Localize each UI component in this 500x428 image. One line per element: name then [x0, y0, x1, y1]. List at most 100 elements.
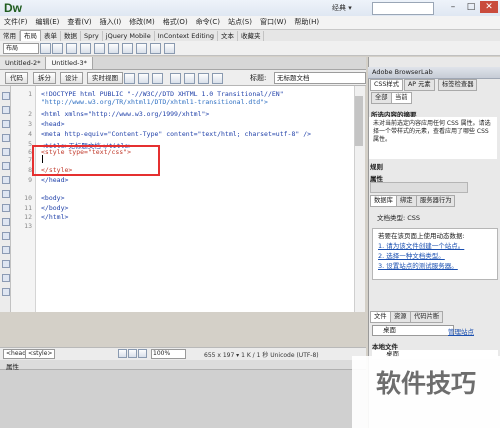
refresh-icon[interactable]	[198, 73, 209, 84]
tab-files[interactable]: 文件	[370, 311, 391, 323]
code-line: </body>	[41, 204, 69, 212]
help-search-input[interactable]	[372, 2, 434, 15]
preview-browser-icon[interactable]	[170, 73, 181, 84]
insert-tab-text[interactable]: 文本	[218, 30, 238, 41]
code-line: <head>	[41, 120, 65, 128]
design-view-button[interactable]: 设计	[60, 72, 83, 84]
select-parent-tag-icon[interactable]	[2, 148, 10, 156]
menu-commands[interactable]: 命令(C)	[192, 16, 224, 29]
apply-comment-icon[interactable]	[2, 218, 10, 226]
insert-tab-layout[interactable]: 布局	[20, 30, 41, 41]
zoom-tool-icon[interactable]	[138, 349, 147, 358]
browserlab-panel-header[interactable]: Adobe BrowserLab	[368, 67, 500, 79]
syntax-error-icon[interactable]	[2, 204, 10, 212]
split-view-button[interactable]: 拆分	[33, 72, 56, 84]
tab-bindings[interactable]: 绑定	[396, 195, 417, 207]
menu-view[interactable]: 查看(V)	[63, 16, 95, 29]
line-number: 1	[28, 90, 32, 98]
css-mode-all[interactable]: 全部	[371, 92, 392, 104]
frames-icon[interactable]	[136, 43, 147, 54]
tab-databases[interactable]: 数据库	[370, 195, 397, 207]
css-mode-current[interactable]: 当前	[391, 92, 412, 104]
tab-server-behaviors[interactable]: 服务器行为	[416, 195, 456, 207]
rules-section-label[interactable]: 规则	[370, 161, 383, 171]
close-button[interactable]: ✕	[480, 1, 498, 13]
hand-tool-icon[interactable]	[128, 349, 137, 358]
step-test-server-link[interactable]: 3. 设置站点的测试服务器。	[378, 262, 458, 271]
spry-tabbed-icon[interactable]	[122, 43, 133, 54]
doc-tab-untitled-3[interactable]: Untitled-3*	[46, 57, 93, 69]
manage-sites-link[interactable]: 管理站点	[448, 326, 474, 336]
collapse-selection-icon[interactable]	[2, 120, 10, 128]
insert-layout-dropdown[interactable]: 布局	[3, 43, 39, 54]
indent-icon[interactable]	[2, 274, 10, 282]
insert-tab-forms[interactable]: 表单	[41, 30, 61, 41]
dreamweaver-logo: Dw	[4, 1, 22, 15]
tag-selector-style[interactable]: <style>	[25, 349, 56, 359]
step-create-site-link[interactable]: 1. 请为该文件创建一个站点。	[378, 242, 464, 251]
outdent-icon[interactable]	[2, 288, 10, 296]
highlight-invalid-icon[interactable]	[2, 190, 10, 198]
window-size-readout[interactable]: 655 x 197 ▾ 1 K / 1 秒 Unicode (UTF-8)	[204, 350, 319, 359]
fluid-grid-icon[interactable]	[52, 43, 63, 54]
doc-title-input[interactable]: 无标题文档	[274, 72, 366, 84]
select-tool-icon[interactable]	[118, 349, 127, 358]
menu-format[interactable]: 格式(O)	[159, 16, 192, 29]
menu-help[interactable]: 帮助(H)	[290, 16, 323, 29]
menu-insert[interactable]: 插入(I)	[96, 16, 126, 29]
insert-tab-data[interactable]: 数据	[61, 30, 81, 41]
tab-assets[interactable]: 资源	[390, 311, 411, 323]
remove-comment-icon[interactable]	[2, 232, 10, 240]
insert-tab-common[interactable]: 常用	[0, 30, 20, 41]
expand-all-icon[interactable]	[2, 134, 10, 142]
table-icon[interactable]	[80, 43, 91, 54]
insert-tab-favorites[interactable]: 收藏夹	[238, 30, 265, 41]
balance-braces-icon[interactable]	[2, 162, 10, 170]
insert-tab-incontext[interactable]: InContext Editing	[155, 30, 218, 41]
expanded-table-icon[interactable]	[164, 43, 175, 54]
tab-css-styles[interactable]: CSS样式	[370, 79, 403, 91]
visual-aids-icon[interactable]	[212, 73, 223, 84]
live-view-button[interactable]: 实时视图	[87, 72, 123, 84]
line-number: 9	[28, 176, 32, 184]
menu-window[interactable]: 窗口(W)	[256, 16, 290, 29]
iframe-icon[interactable]	[150, 43, 161, 54]
minimize-button[interactable]: –	[444, 1, 462, 13]
doc-tab-untitled-2[interactable]: Untitled-2*	[0, 57, 47, 69]
live-code-icon[interactable]	[124, 73, 135, 84]
div-tag-icon[interactable]	[40, 43, 51, 54]
line-number: 13	[24, 222, 32, 230]
workspace-switcher[interactable]: 经典 ▾	[332, 3, 352, 13]
menu-modify[interactable]: 修改(M)	[125, 16, 159, 29]
multiscreen-icon[interactable]	[152, 73, 163, 84]
code-scrollbar-thumb[interactable]	[355, 96, 363, 146]
inspect-icon[interactable]	[138, 73, 149, 84]
menu-edit[interactable]: 编辑(E)	[32, 16, 64, 29]
ap-div-icon[interactable]	[66, 43, 77, 54]
insert-tab-jquery-mobile[interactable]: jQuery Mobile	[103, 30, 155, 41]
code-view-button[interactable]: 代码	[5, 72, 28, 84]
file-management-icon[interactable]	[184, 73, 195, 84]
tab-tag-inspector[interactable]: 标签检查器	[438, 79, 478, 91]
insert-tab-spry[interactable]: Spry	[81, 30, 103, 41]
menu-site[interactable]: 站点(S)	[224, 16, 256, 29]
menu-file[interactable]: 文件(F)	[0, 16, 32, 29]
tab-snippets[interactable]: 代码片断	[410, 311, 444, 323]
zoom-select[interactable]: 100%	[151, 349, 186, 359]
line-number: 2	[28, 110, 32, 118]
code-editor[interactable]: <!DOCTYPE html PUBLIC "-//W3C//DTD XHTML…	[36, 86, 354, 312]
step-doc-type-link[interactable]: 2. 选择一种文档类型。	[378, 252, 445, 261]
spry-menu-icon[interactable]	[108, 43, 119, 54]
wrap-tag-icon[interactable]	[2, 246, 10, 254]
tab-ap-elements[interactable]: AP 元素	[404, 79, 435, 91]
line-numbers-icon[interactable]	[2, 176, 10, 184]
line-number-gutter: 1 2 3 4 5 6 7 8 9 10 11 12 13	[11, 86, 36, 312]
dynamic-data-instructions: 若要在该页面上使用动态数据: 1. 请为该文件创建一个站点。 2. 选择一种文档…	[372, 228, 498, 280]
maximize-button[interactable]: □	[462, 1, 480, 13]
recent-snippets-icon[interactable]	[2, 260, 10, 268]
collapse-tag-icon[interactable]	[2, 106, 10, 114]
layout-table-icon[interactable]	[94, 43, 105, 54]
css-summary-message: 未对当前选定内容应用任何 CSS 属性。请选择一个带样式的元素，查看应用了哪些 …	[373, 120, 491, 143]
open-documents-icon[interactable]	[2, 92, 10, 100]
site-select[interactable]: 桌面	[372, 325, 454, 336]
